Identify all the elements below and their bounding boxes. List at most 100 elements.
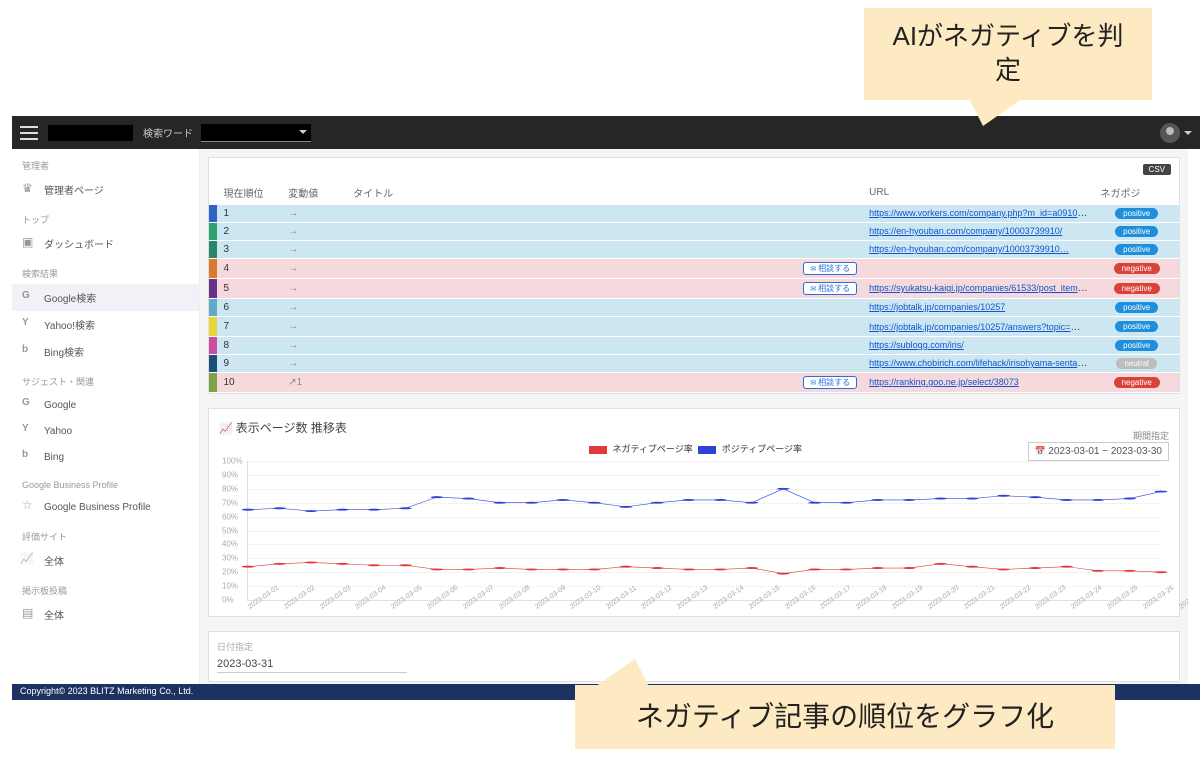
sidebar-section-label: Google Business Profile (12, 470, 199, 494)
sidebar-item-dashboard[interactable]: ダッシュボード (12, 230, 199, 257)
cell-url: https://www.vorkers.com/company.php?m_id… (863, 205, 1094, 223)
sidebar-item-google-search[interactable]: Google検索 (12, 284, 199, 311)
crown-icon (22, 183, 36, 197)
sidebar-item-bing-suggest[interactable]: Bing (12, 444, 199, 470)
chevron-down-icon[interactable] (1184, 131, 1192, 135)
cell-consult (784, 241, 863, 259)
col-change: 変動値 (282, 181, 347, 205)
chart-plot-area: 0%10%20%30%40%50%60%70%80%90%100% (247, 461, 1161, 601)
user-avatar-icon[interactable] (1160, 123, 1180, 143)
url-link[interactable]: https://en-hyouban.com/company/100037399… (869, 244, 1069, 254)
cell-change: → (282, 279, 347, 299)
date-filter-input[interactable] (217, 656, 407, 673)
hamburger-menu-icon[interactable] (20, 124, 38, 142)
doc-icon (22, 608, 36, 622)
sidebar-item-label: ダッシュボード (44, 236, 114, 251)
table-row: 4→相談するnegative (209, 259, 1179, 279)
cell-consult: 相談する (784, 279, 863, 299)
cell-sentiment: positive (1094, 241, 1179, 259)
consult-button[interactable]: 相談する (803, 282, 857, 295)
cell-rank: 1 (217, 205, 282, 223)
url-link[interactable]: https://ranking.goo.ne.jp/select/38073 (869, 377, 1019, 387)
cell-url: https://jobtalk.jp/companies/10257 (863, 299, 1094, 317)
url-link[interactable]: https://syukatsu-kaigi.jp/companies/6153… (869, 283, 1091, 294)
row-color-bar (209, 223, 217, 241)
consult-button[interactable]: 相談する (803, 262, 857, 275)
cell-change: → (282, 317, 347, 337)
url-link[interactable]: https://jobtalk.jp/companies/10257 (869, 302, 1005, 312)
sidebar-item-bbs-all[interactable]: 全体 (12, 601, 199, 628)
sidebar-section-label: トップ (12, 203, 199, 230)
legend-label-negative: ネガティブページ率 (612, 444, 692, 454)
cell-url: https://en-hyouban.com/company/100037399… (863, 223, 1094, 241)
table-row: 9→https://www.chobirich.com/lifehack/iri… (209, 355, 1179, 373)
sidebar-item-yahoo-search[interactable]: Yahoo!検索 (12, 311, 199, 338)
cell-consult (784, 299, 863, 317)
cell-sentiment: negative (1094, 259, 1179, 279)
sentiment-badge: positive (1115, 340, 1158, 351)
chart-icon (22, 554, 36, 568)
cell-change: ↗1 (282, 373, 347, 393)
cell-consult (784, 317, 863, 337)
table-row: 3→https://en-hyouban.com/company/1000373… (209, 241, 1179, 259)
url-link[interactable]: https://www.chobirich.com/lifehack/iriso… (869, 358, 1094, 369)
cell-sentiment: negative (1094, 373, 1179, 393)
sidebar-item-admin[interactable]: 管理者ページ (12, 176, 199, 203)
sidebar: 管理者管理者ページトップダッシュボード検索結果Google検索Yahoo!検索B… (12, 149, 200, 689)
cell-title (347, 279, 784, 299)
sidebar-item-label: Yahoo (44, 426, 72, 437)
row-color-bar (209, 337, 217, 355)
sidebar-section-label: 検索結果 (12, 257, 199, 284)
cell-change: → (282, 355, 347, 373)
search-keyword-select[interactable] (201, 124, 311, 142)
cell-title (347, 337, 784, 355)
sidebar-item-yahoo-suggest[interactable]: Yahoo (12, 418, 199, 444)
cell-consult: 相談する (784, 373, 863, 393)
row-color-bar (209, 373, 217, 393)
results-card: CSV 現在順位 変動値 タイトル URL ネガポジ 1→https://www… (208, 157, 1180, 394)
sidebar-item-label: Google検索 (44, 290, 96, 305)
cell-sentiment: positive (1094, 337, 1179, 355)
cell-title (347, 299, 784, 317)
cell-rank: 4 (217, 259, 282, 279)
cell-title (347, 205, 784, 223)
cell-consult: 相談する (784, 259, 863, 279)
sidebar-item-gbp[interactable]: Google Business Profile (12, 494, 199, 520)
url-link[interactable]: https://www.vorkers.com/company.php?m_id… (869, 208, 1094, 219)
cell-rank: 10 (217, 373, 282, 393)
cell-sentiment: neutral (1094, 355, 1179, 373)
cell-consult (784, 205, 863, 223)
sidebar-item-label: 全体 (44, 553, 64, 568)
cell-sentiment: positive (1094, 223, 1179, 241)
row-color-bar (209, 355, 217, 373)
sentiment-badge: positive (1115, 244, 1158, 255)
date-range-picker[interactable]: 2023-03-01 ~ 2023-03-30 (1028, 442, 1169, 461)
cell-url: https://www.chobirich.com/lifehack/iriso… (863, 355, 1094, 373)
cell-consult (784, 355, 863, 373)
cell-title (347, 223, 784, 241)
sentiment-badge: positive (1115, 302, 1158, 313)
cell-rank: 6 (217, 299, 282, 317)
table-row: 5→相談するhttps://syukatsu-kaigi.jp/companie… (209, 279, 1179, 299)
legend-swatch-negative (589, 446, 607, 454)
sidebar-section-label: 掲示板投稿 (12, 574, 199, 601)
chevron-down-icon (299, 130, 307, 134)
cell-sentiment: negative (1094, 279, 1179, 299)
sidebar-item-label: Google Business Profile (44, 502, 151, 513)
consult-button[interactable]: 相談する (803, 376, 857, 389)
csv-export-button[interactable]: CSV (1143, 164, 1171, 175)
results-table: 現在順位 変動値 タイトル URL ネガポジ 1→https://www.vor… (209, 181, 1179, 393)
range-label: 期間指定 (1028, 429, 1169, 442)
cell-sentiment: positive (1094, 317, 1179, 337)
sidebar-item-bing-search[interactable]: Bing検索 (12, 338, 199, 365)
search-y-icon (22, 318, 36, 332)
url-link[interactable]: https://jobtalk.jp/companies/10257/answe… (869, 322, 1088, 333)
annotation-callout-2: ネガティブ記事の順位をグラフ化 (575, 685, 1115, 749)
col-rank: 現在順位 (217, 181, 282, 205)
url-link[interactable]: https://sublogg.com/iris/ (869, 340, 964, 350)
search-g-icon (22, 291, 36, 305)
url-link[interactable]: https://en-hyouban.com/company/100037399… (869, 226, 1062, 236)
sidebar-section-label: サジェスト・関連 (12, 365, 199, 392)
sidebar-item-review-all[interactable]: 全体 (12, 547, 199, 574)
sidebar-item-google-suggest[interactable]: Google (12, 392, 199, 418)
